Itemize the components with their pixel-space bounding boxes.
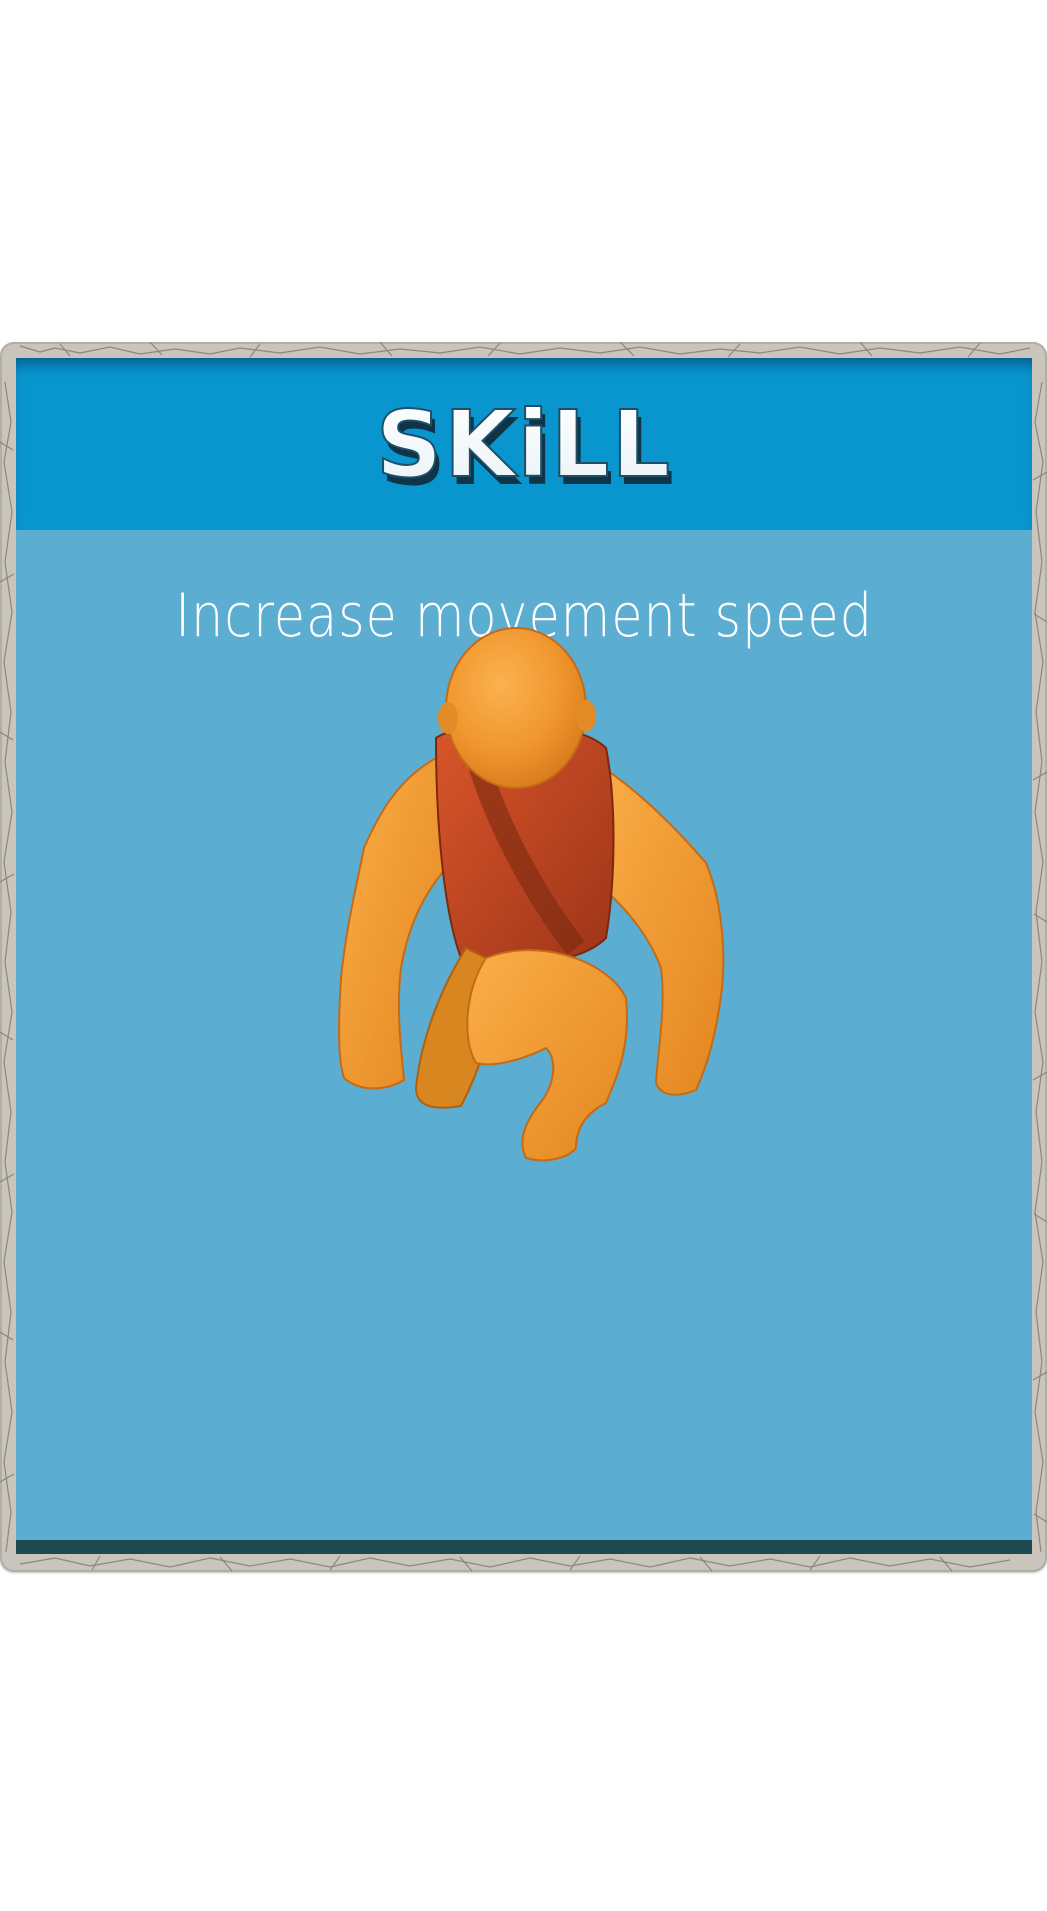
crouching-character-icon (338, 627, 725, 1162)
skill-card-frame: ​ SKiLL SKiLL Increase movement speed (0, 342, 1047, 1572)
skill-card-panel: ​ SKiLL SKiLL Increase movement speed (16, 358, 1032, 1554)
skill-card-bottom-edge (16, 1540, 1032, 1554)
